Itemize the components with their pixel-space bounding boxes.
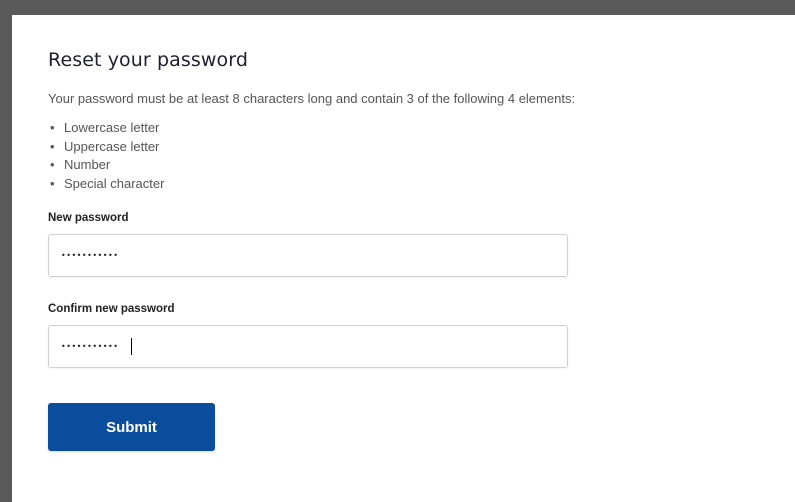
password-requirements-list: Lowercase letter Uppercase letter Number… <box>48 119 164 193</box>
text-caret <box>131 338 132 355</box>
requirement-uppercase: Uppercase letter <box>48 138 164 157</box>
requirement-special-character: Special character <box>48 175 164 194</box>
page-title: Reset your password <box>48 49 248 71</box>
window-frame-top <box>0 0 795 15</box>
new-password-label: New password <box>48 212 129 224</box>
confirm-password-label: Confirm new password <box>48 303 175 315</box>
password-requirements-intro: Your password must be at least 8 charact… <box>48 91 576 106</box>
reset-password-panel: Reset your password Your password must b… <box>12 15 795 502</box>
confirm-password-field[interactable] <box>48 325 568 368</box>
requirement-lowercase: Lowercase letter <box>48 119 164 138</box>
new-password-field[interactable] <box>48 234 568 277</box>
submit-button[interactable]: Submit <box>48 403 215 451</box>
requirement-number: Number <box>48 156 164 175</box>
window-frame-left <box>0 0 12 502</box>
